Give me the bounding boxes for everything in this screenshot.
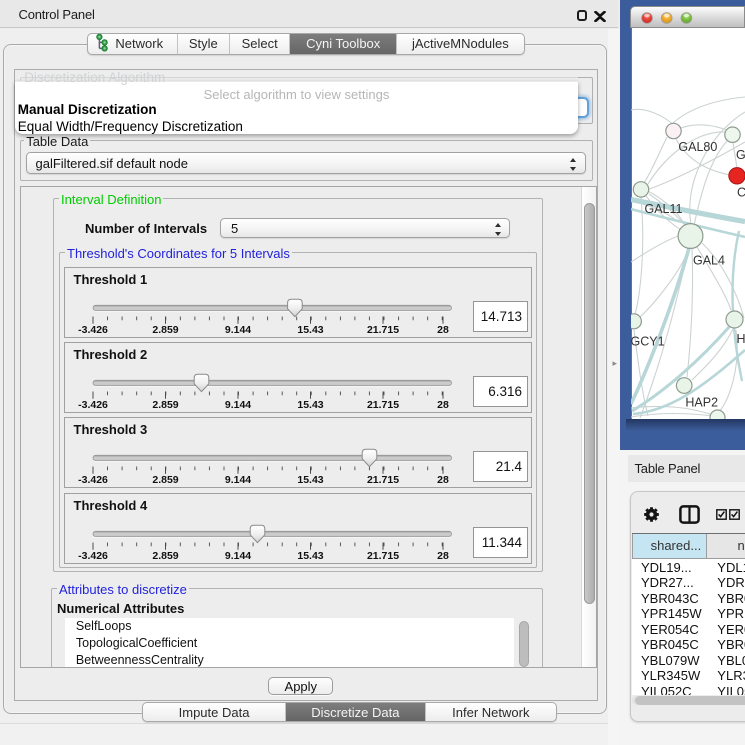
- svg-text:28: 28: [437, 399, 449, 411]
- svg-text:GAL4: GAL4: [693, 254, 725, 268]
- svg-text:-3.426: -3.426: [78, 324, 108, 336]
- svg-text:15.43: 15.43: [297, 474, 323, 486]
- svg-text:-3.426: -3.426: [78, 474, 108, 486]
- svg-text:28: 28: [437, 324, 449, 336]
- svg-text:28: 28: [437, 550, 449, 562]
- svg-text:2.859: 2.859: [152, 399, 178, 411]
- svg-text:-3.426: -3.426: [78, 399, 108, 411]
- svg-text:HAP2: HAP2: [686, 396, 719, 410]
- svg-text:C: C: [737, 186, 745, 200]
- svg-text:9.144: 9.144: [224, 474, 250, 486]
- svg-text:21.715: 21.715: [366, 399, 398, 411]
- svg-text:15.43: 15.43: [297, 550, 323, 562]
- svg-text:GAL80: GAL80: [679, 140, 718, 154]
- svg-text:2.859: 2.859: [152, 324, 178, 336]
- svg-text:HI: HI: [737, 332, 745, 346]
- svg-text:15.43: 15.43: [297, 399, 323, 411]
- svg-text:9.144: 9.144: [224, 550, 250, 562]
- svg-text:28: 28: [437, 474, 449, 486]
- svg-text:-3.426: -3.426: [78, 550, 108, 562]
- svg-text:GAL11: GAL11: [645, 202, 683, 216]
- svg-text:GCY1: GCY1: [631, 335, 665, 349]
- svg-text:21.715: 21.715: [366, 324, 398, 336]
- svg-text:15.43: 15.43: [297, 324, 323, 336]
- svg-text:9.144: 9.144: [224, 324, 250, 336]
- svg-text:21.715: 21.715: [366, 550, 398, 562]
- svg-text:2.859: 2.859: [152, 550, 178, 562]
- svg-text:21.715: 21.715: [366, 474, 398, 486]
- svg-text:2.859: 2.859: [152, 474, 178, 486]
- svg-text:GA: GA: [736, 148, 745, 162]
- svg-text:9.144: 9.144: [224, 399, 250, 411]
